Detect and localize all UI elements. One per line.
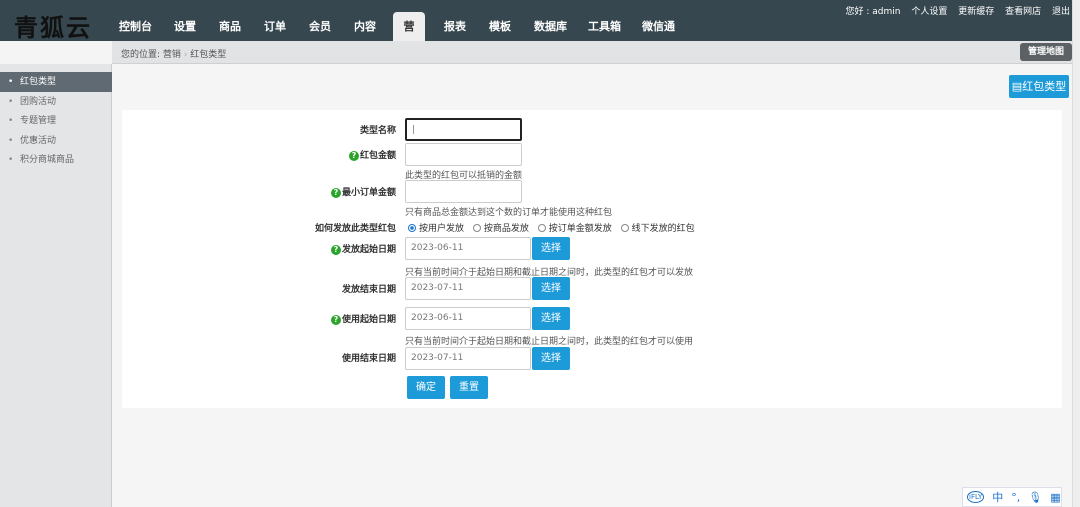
amount-input[interactable]	[405, 143, 522, 166]
send-start-input[interactable]: 2023-06-11	[405, 237, 531, 260]
send-end-input[interactable]: 2023-07-11	[405, 277, 531, 300]
punctuation-icon[interactable]: °,	[1011, 491, 1020, 504]
help-icon[interactable]: ?	[330, 315, 341, 325]
sidebar-item-red-packet-type[interactable]: 红包类型	[0, 72, 112, 92]
sidebar-item-points-mall[interactable]: 积分商城商品	[0, 150, 112, 170]
use-end-select-button[interactable]: 选择	[532, 347, 570, 370]
red-packet-type-button[interactable]: ▤红包类型	[1009, 75, 1069, 98]
submit-button[interactable]: 确定	[407, 376, 445, 399]
sidebar-item-topics[interactable]: 专题管理	[0, 111, 112, 131]
scrollbar[interactable]	[1072, 0, 1080, 507]
help-icon[interactable]: ?	[330, 188, 341, 198]
nav-templates[interactable]: 模板	[483, 12, 517, 41]
use-end-input[interactable]: 2023-07-11	[405, 347, 531, 370]
ime-language-toggle[interactable]: 中	[992, 489, 1003, 505]
nav-orders[interactable]: 订单	[258, 12, 292, 41]
nav-dashboard[interactable]: 控制台	[113, 12, 158, 41]
label-type-name: 类型名称	[359, 126, 396, 136]
sidebar: 红包类型 团购活动 专题管理 优惠活动 积分商城商品	[0, 64, 112, 507]
link-logout[interactable]: 退出	[1052, 7, 1070, 17]
ime-toolbar: iFLY 中 °, 🎙 ▦	[962, 487, 1062, 507]
send-type-radio-group: 按用户发放 按商品发放 按订单金额发放 线下发放的红包	[402, 221, 695, 234]
radio-label: 按订单金额发放	[548, 224, 612, 234]
nav-toolbox[interactable]: 工具箱	[582, 12, 627, 41]
breadcrumb-marketing[interactable]: 营销	[163, 50, 181, 60]
nav-wechat[interactable]: 微信通	[636, 12, 681, 41]
top-links: 您好 : admin 个人设置 更新缓存 查看网店 退出	[837, 4, 1070, 17]
document-add-icon: ▤	[1011, 80, 1023, 93]
link-profile[interactable]: 个人设置	[911, 7, 947, 17]
send-end-select-button[interactable]: 选择	[532, 277, 570, 300]
radio-label: 按用户发放	[419, 224, 465, 234]
radio-by-user[interactable]	[408, 224, 416, 232]
link-clear-cache[interactable]: 更新缓存	[958, 7, 994, 17]
breadcrumb-current: 红包类型	[190, 50, 227, 60]
radio-by-order-amount[interactable]	[537, 224, 546, 232]
use-date-hint: 只有当前时间介于起始日期和截止日期之间时，此类型的红包才可以使用	[405, 337, 694, 347]
radio-label: 线下发放的红包	[631, 224, 695, 234]
use-start-select-button[interactable]: 选择	[532, 307, 570, 330]
label-amount: ? 红包金额	[276, 148, 396, 161]
breadcrumb: 您的位置: 营销 › 红包类型	[121, 47, 226, 60]
logo: 青狐云	[14, 13, 92, 42]
link-view-store[interactable]: 查看网店	[1005, 7, 1041, 17]
label-min-order: ? 最小订单金额	[276, 185, 396, 198]
radio-by-product[interactable]	[472, 224, 481, 232]
nav-products[interactable]: 商品	[213, 12, 247, 41]
min-order-input[interactable]	[405, 180, 522, 203]
breadcrumb-bar: 您的位置: 营销 › 红包类型 管理地图	[112, 41, 1080, 64]
nav-settings[interactable]: 设置	[168, 12, 202, 41]
type-name-input[interactable]: |	[405, 118, 522, 141]
sidebar-item-group-buy[interactable]: 团购活动	[0, 92, 112, 112]
sidebar-item-promotions[interactable]: 优惠活动	[0, 131, 112, 151]
radio-label: 按商品发放	[483, 224, 529, 234]
nav-members[interactable]: 会员	[303, 12, 337, 41]
help-icon[interactable]: ?	[330, 245, 341, 255]
admin-map-button[interactable]: 管理地图	[1019, 43, 1072, 61]
radio-offline[interactable]	[620, 224, 629, 232]
greeting: 您好 : admin	[845, 7, 901, 17]
label-use-start: ? 使用起始日期	[276, 312, 396, 325]
label-send-type: 如何发放此类型红包	[314, 224, 396, 234]
use-start-input[interactable]: 2023-06-11	[405, 307, 531, 330]
send-start-select-button[interactable]: 选择	[532, 237, 570, 260]
reset-button[interactable]: 重置	[450, 376, 488, 399]
min-order-hint: 只有商品总金额达到这个数的订单才能使用这种红包	[405, 208, 613, 218]
nav-marketing[interactable]: 营销	[393, 12, 425, 62]
ifly-icon[interactable]: iFLY	[967, 491, 985, 503]
form-panel	[122, 110, 1062, 408]
nav-content[interactable]: 内容	[348, 12, 382, 41]
nav-reports[interactable]: 报表	[438, 12, 472, 41]
breadcrumb-prefix: 您的位置:	[121, 50, 161, 60]
grid-icon[interactable]: ▦	[1050, 491, 1060, 504]
label-send-start: ? 发放起始日期	[276, 242, 396, 255]
help-icon[interactable]: ?	[348, 151, 359, 161]
label-use-end: 使用结束日期	[341, 354, 396, 364]
microphone-icon[interactable]: 🎙	[1028, 491, 1042, 504]
label-send-end: 发放结束日期	[341, 285, 396, 295]
red-packet-type-label: 红包类型	[1022, 80, 1067, 93]
top-header: 青狐云 控制台 设置 商品 订单 会员 内容 营销 报表 模板 数据库 工具箱 …	[0, 0, 1080, 62]
nav-database[interactable]: 数据库	[528, 12, 573, 41]
